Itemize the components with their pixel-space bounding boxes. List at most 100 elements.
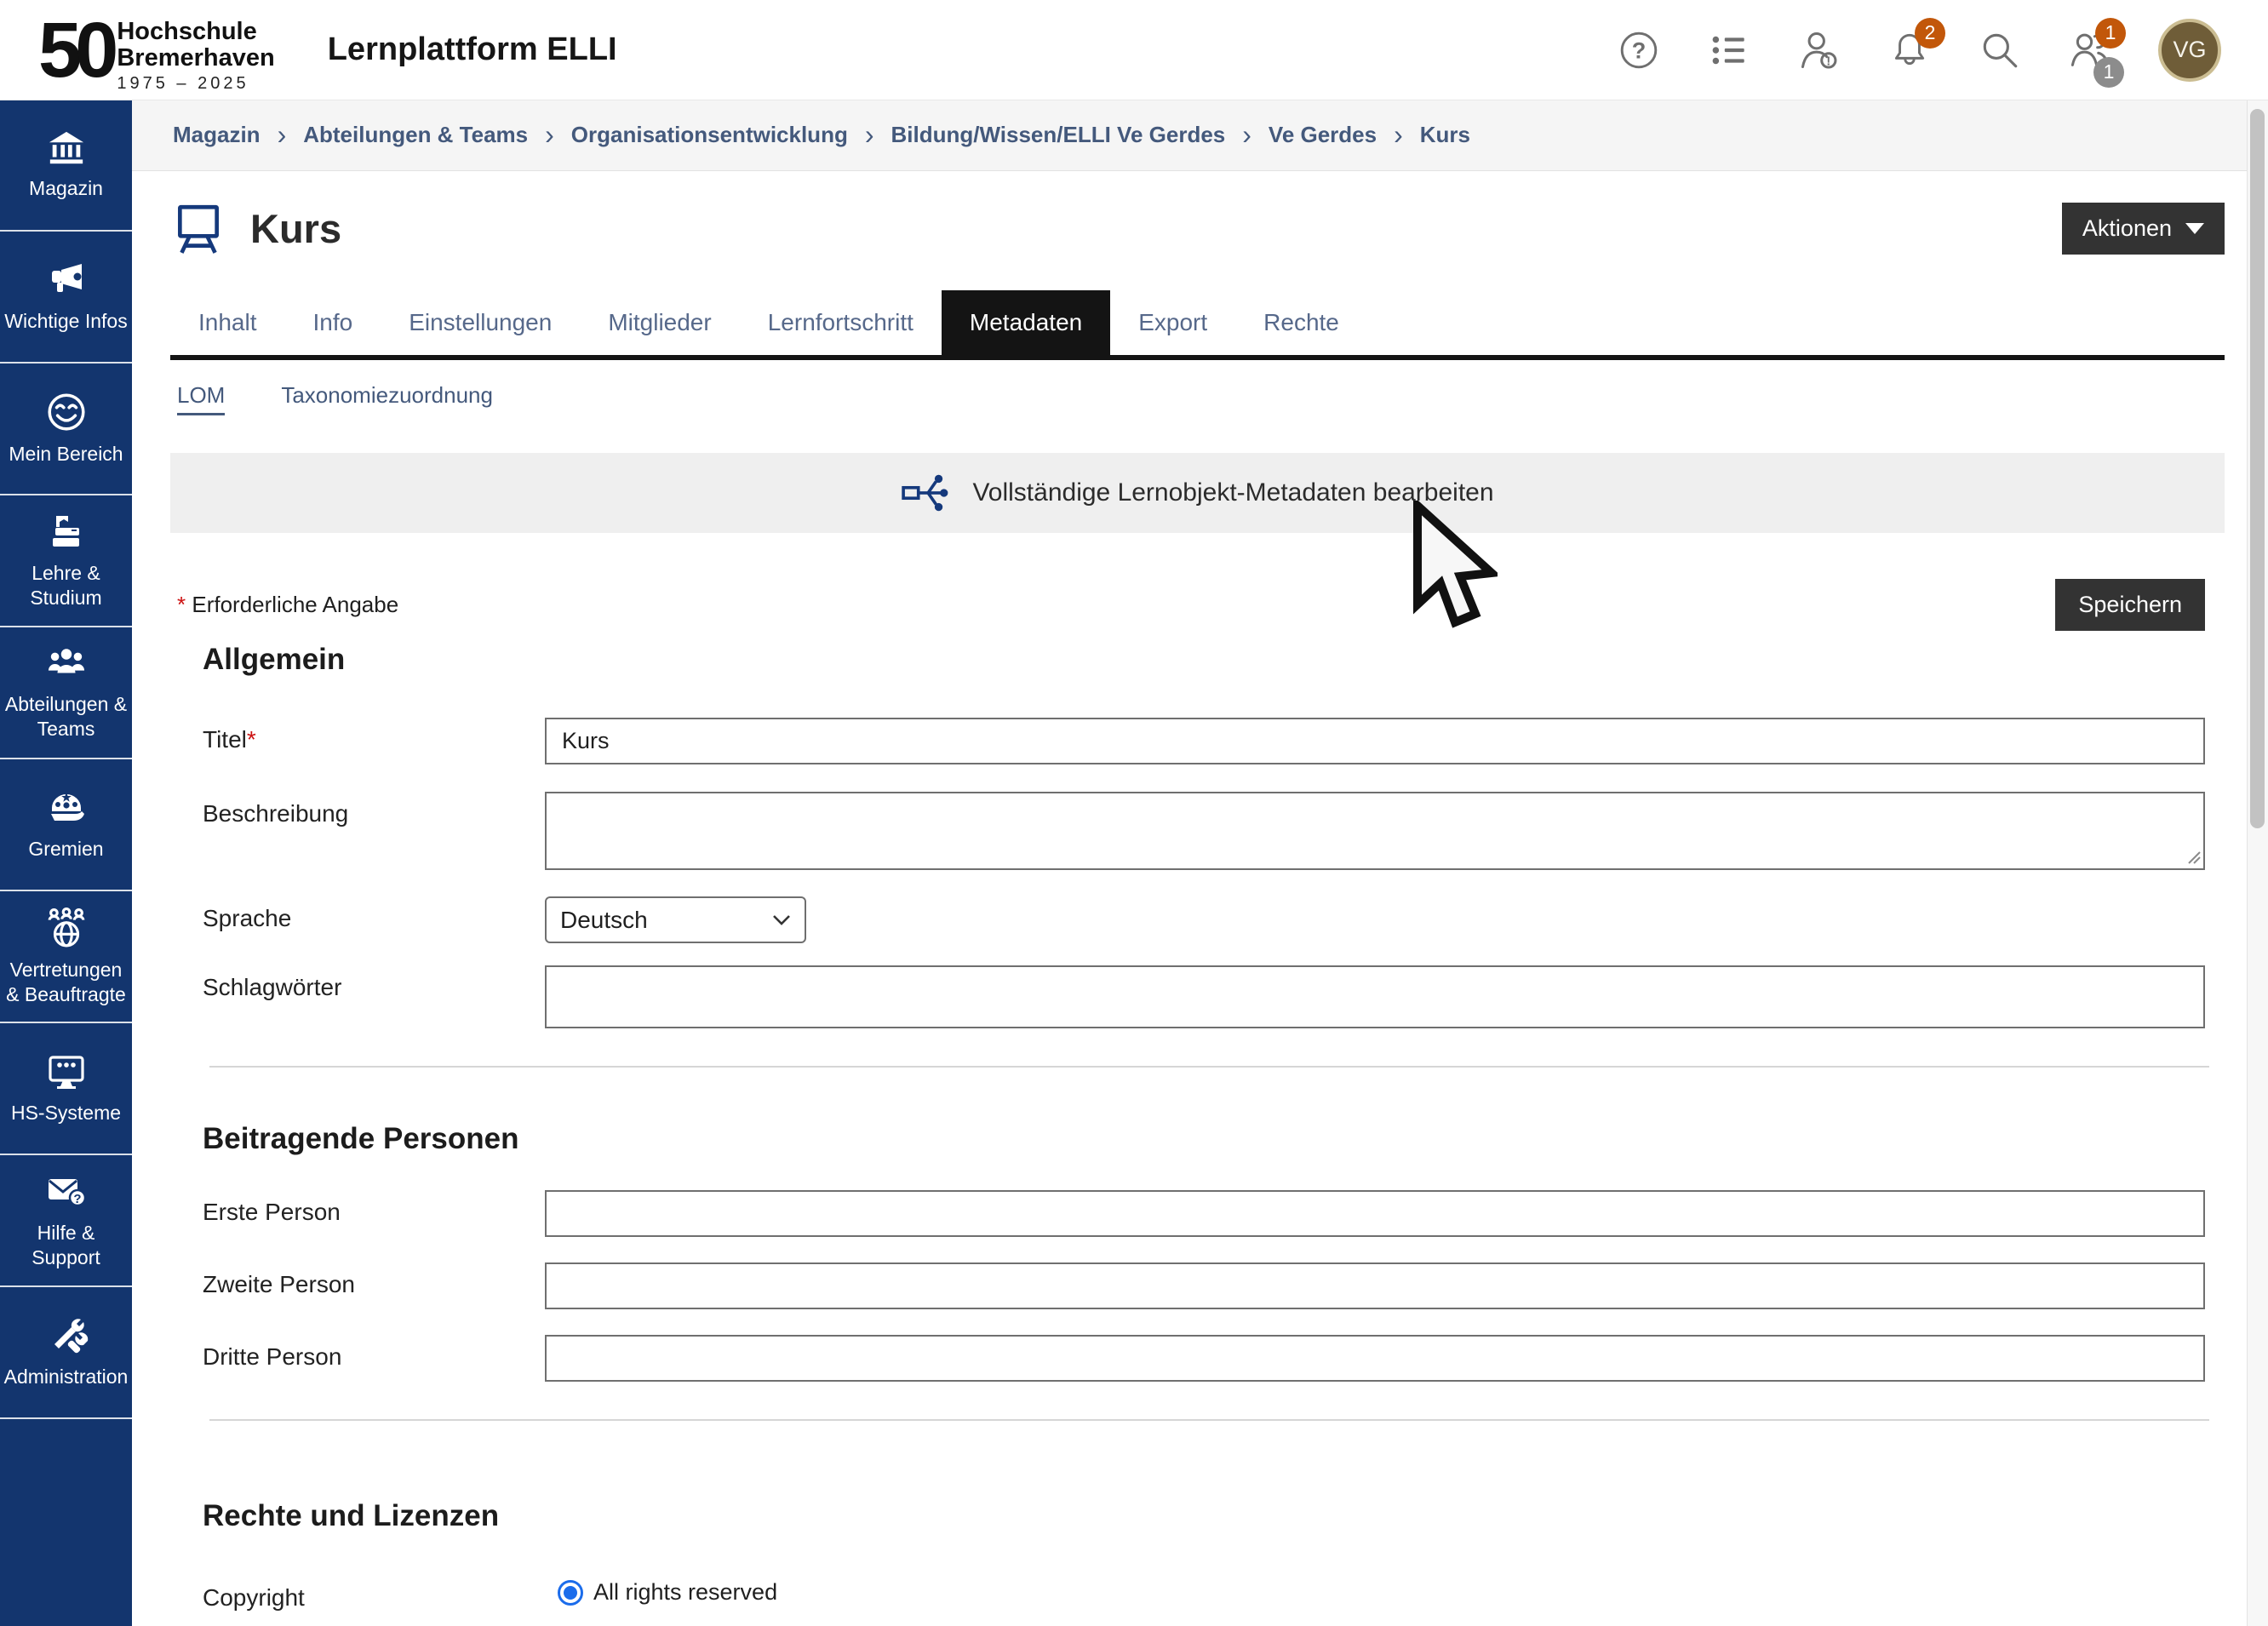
sidebar-item-hilfe-support[interactable]: ? Hilfe & Support [0, 1155, 132, 1287]
caret-down-icon [2185, 223, 2204, 234]
sidebar-item-administration[interactable]: Administration [0, 1287, 132, 1419]
beschreibung-textarea[interactable] [545, 792, 2205, 870]
section-heading-beitragende: Beitragende Personen [203, 1122, 2225, 1156]
help-icon[interactable]: ? [1617, 28, 1661, 72]
zweite-person-label: Zweite Person [203, 1262, 545, 1309]
field-row-sprache: Sprache Deutsch [203, 896, 2225, 943]
app-title: Lernplattform ELLI [328, 31, 617, 68]
schlagwoerter-label: Schlagwörter [203, 965, 545, 1028]
breadcrumb-separator: › [545, 119, 554, 151]
breadcrumb-separator: › [278, 119, 287, 151]
sidebar-item-label: Lehre & Studium [0, 561, 132, 610]
tab-rechte[interactable]: Rechte [1235, 290, 1367, 355]
top-header: 50 Hochschule Bremerhaven 1975 – 2025 Le… [0, 0, 2268, 100]
zweite-person-input[interactable] [545, 1262, 2205, 1309]
page-title-row: Kurs Aktionen [170, 200, 2225, 256]
breadcrumb-separator: › [865, 119, 874, 151]
mail-help-glyph: ? [73, 1192, 81, 1206]
subtab-bar: LOM Taxonomiezuordnung [177, 382, 2225, 415]
search-icon[interactable] [1978, 28, 2022, 72]
tools-icon [44, 1315, 89, 1356]
subtab-lom[interactable]: LOM [177, 382, 225, 415]
copyright-radio-row: All rights reserved [558, 1576, 2205, 1606]
section-divider [209, 1419, 2209, 1421]
breadcrumb-separator: › [1394, 119, 1403, 151]
page-title: Kurs [250, 205, 341, 252]
sprache-selected-value: Deutsch [560, 907, 648, 934]
sidebar-item-label: Magazin [26, 176, 106, 201]
logo-50-mark: 50 [38, 11, 112, 89]
breadcrumb: Magazin › Abteilungen & Teams › Organisa… [132, 100, 2248, 171]
edit-full-metadata-banner[interactable]: Vollständige Lernobjekt-Metadaten bearbe… [170, 453, 2225, 533]
field-row-schlagwoerter: Schlagwörter [203, 965, 2225, 1028]
notifications-bell-icon[interactable]: 2 [1887, 28, 1932, 72]
application-window: 50 Hochschule Bremerhaven 1975 – 2025 Le… [0, 0, 2268, 1626]
breadcrumb-item[interactable]: Organisationsentwicklung [571, 122, 848, 148]
sidebar-item-label: Mein Bereich [5, 442, 126, 467]
erste-person-label: Erste Person [203, 1190, 545, 1237]
course-easel-icon [170, 200, 226, 256]
subtab-taxonomiezuordnung[interactable]: Taxonomiezuordnung [281, 382, 493, 415]
mail-help-icon: ? [43, 1171, 89, 1212]
schlagwoerter-input[interactable] [545, 965, 2205, 1028]
sidebar-item-label: Administration [1, 1365, 132, 1389]
university-logo[interactable]: 50 Hochschule Bremerhaven 1975 – 2025 [38, 7, 275, 94]
save-button[interactable]: Speichern [2055, 579, 2205, 631]
bank-icon [44, 129, 89, 168]
breadcrumb-item[interactable]: Magazin [173, 122, 261, 148]
field-row-beschreibung: Beschreibung [203, 792, 2225, 874]
breadcrumb-item[interactable]: Kurs [1420, 122, 1470, 148]
sprache-label: Sprache [203, 896, 545, 943]
section-heading-rechte: Rechte und Lizenzen [203, 1499, 2225, 1533]
field-row-copyright: Copyright All rights reserved [203, 1576, 2225, 1612]
vertical-scrollbar[interactable] [2247, 100, 2268, 1626]
breadcrumb-item[interactable]: Bildung/Wissen/ELLI Ve Gerdes [891, 122, 1226, 148]
dritte-person-label: Dritte Person [203, 1335, 545, 1382]
logo-text: Hochschule Bremerhaven 1975 – 2025 [117, 19, 274, 94]
tab-export[interactable]: Export [1110, 290, 1235, 355]
tab-bar: Inhalt Info Einstellungen Mitglieder Ler… [170, 290, 2225, 360]
user-status-icon[interactable]: ! [1797, 28, 1841, 72]
sidebar-item-label: Hilfe & Support [0, 1221, 132, 1270]
scrollbar-thumb[interactable] [2250, 109, 2265, 828]
tab-info[interactable]: Info [285, 290, 381, 355]
breadcrumb-item[interactable]: Ve Gerdes [1269, 122, 1377, 148]
user-status-glyph: ! [1826, 54, 1830, 68]
page-content: Kurs Aktionen Inhalt Info Einstellungen … [132, 200, 2248, 1612]
metadata-nodes-icon [901, 472, 950, 514]
tab-inhalt[interactable]: Inhalt [170, 290, 285, 355]
sidebar-item-vertretungen[interactable]: Vertretungen & Beauftragte [0, 891, 132, 1023]
contacts-icon[interactable]: 1 1 [2068, 28, 2112, 72]
banner-label: Vollständige Lernobjekt-Metadaten bearbe… [972, 478, 1493, 507]
books-icon [44, 512, 89, 552]
contacts-badge-new: 1 [2095, 18, 2126, 49]
sidebar-item-hs-systeme[interactable]: HS-Systeme [0, 1023, 132, 1155]
dritte-person-input[interactable] [545, 1335, 2205, 1382]
monitor-icon [44, 1051, 89, 1092]
sidebar-item-lehre-studium[interactable]: Lehre & Studium [0, 495, 132, 627]
sidebar-item-magazin[interactable]: Magazin [0, 100, 132, 232]
sidebar-item-gremien[interactable]: Gremien [0, 759, 132, 891]
sidebar-item-label: Wichtige Infos [1, 309, 130, 334]
actions-button[interactable]: Aktionen [2062, 203, 2225, 255]
tab-einstellungen[interactable]: Einstellungen [381, 290, 580, 355]
tab-mitglieder[interactable]: Mitglieder [580, 290, 739, 355]
section-divider [209, 1066, 2209, 1068]
required-hint: * Erforderliche Angabe [177, 592, 398, 618]
header-icon-bar: ? ! [1617, 19, 2221, 82]
erste-person-input[interactable] [545, 1190, 2205, 1237]
sidebar-item-abteilungen-teams[interactable]: Abteilungen & Teams [0, 627, 132, 759]
tab-metadaten[interactable]: Metadaten [942, 290, 1110, 355]
sidebar-item-label: Abteilungen & Teams [0, 692, 132, 741]
breadcrumb-item[interactable]: Abteilungen & Teams [303, 122, 528, 148]
sprache-select[interactable]: Deutsch [545, 896, 806, 943]
todo-list-icon[interactable] [1707, 28, 1751, 72]
user-avatar[interactable]: VG [2158, 19, 2221, 82]
copyright-label: Copyright [203, 1576, 545, 1612]
help-glyph: ? [1632, 37, 1647, 63]
sidebar-item-wichtige-infos[interactable]: Wichtige Infos [0, 232, 132, 364]
titel-input[interactable] [545, 718, 2205, 764]
copyright-radio-checked[interactable] [558, 1580, 583, 1606]
tab-lernfortschritt[interactable]: Lernfortschritt [740, 290, 942, 355]
sidebar-item-mein-bereich[interactable]: Mein Bereich [0, 364, 132, 495]
